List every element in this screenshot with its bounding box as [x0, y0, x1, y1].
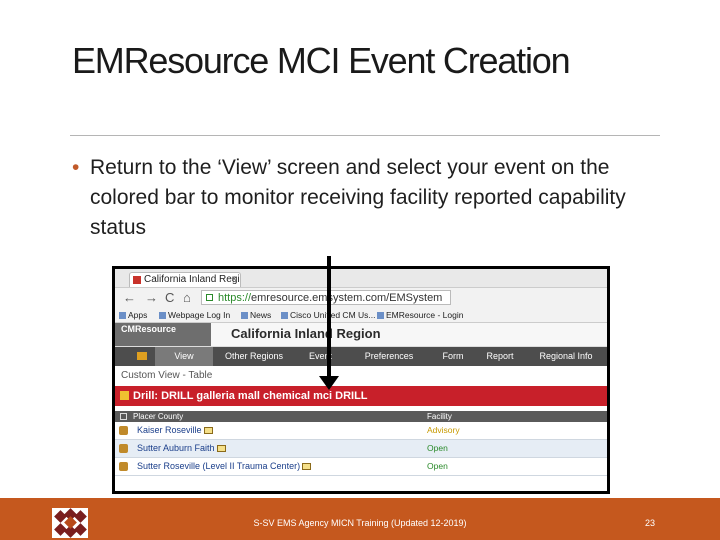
- home-icon[interactable]: ⌂: [183, 290, 191, 305]
- facility-icon: [119, 426, 128, 435]
- footer-text: S-SV EMS Agency MICN Training (Updated 1…: [253, 518, 467, 528]
- url-field[interactable]: https://emresource.emsystem.com/EMSystem: [201, 290, 451, 305]
- event-bar[interactable]: Drill: DRILL galleria mall chemical mci …: [115, 386, 607, 406]
- reload-icon[interactable]: C: [165, 290, 174, 305]
- pointer-arrow-shaft: [327, 256, 331, 380]
- facility-icon: [119, 462, 128, 471]
- back-icon[interactable]: ←: [123, 290, 136, 305]
- facility-status: Advisory: [427, 425, 460, 435]
- nav-view[interactable]: View: [155, 347, 213, 366]
- camera-icon: [302, 463, 312, 470]
- bookmark-icon: [281, 312, 288, 319]
- facility-status: Open: [427, 461, 448, 471]
- bookmark-webpage-login[interactable]: Webpage Log In: [159, 308, 230, 322]
- table-header: Placer County Facility: [115, 411, 607, 422]
- browser-tab-title: California Inland Region: [144, 274, 241, 285]
- facility-name[interactable]: Sutter Auburn Faith: [137, 440, 226, 457]
- nav-preferences[interactable]: Preferences: [347, 347, 431, 366]
- bookmark-news[interactable]: News: [241, 308, 271, 322]
- region-title: California Inland Region: [231, 326, 381, 341]
- nav-report[interactable]: Report: [475, 347, 525, 366]
- favicon-icon: [133, 276, 141, 284]
- nav-event[interactable]: Event: [295, 347, 347, 366]
- table-row[interactable]: Kaiser Roseville Advisory: [115, 422, 607, 440]
- table-row[interactable]: Sutter Roseville (Level II Trauma Center…: [115, 458, 607, 476]
- event-icon: [120, 391, 129, 400]
- bullet-icon: •: [72, 156, 80, 179]
- url-scheme: https://: [218, 292, 252, 304]
- browser-tab-bar: California Inland Region ×: [115, 269, 607, 288]
- url-host: emresource.emsystem.com/EMSystem: [251, 292, 443, 304]
- page-number: 23: [644, 518, 655, 528]
- table-row[interactable]: Sutter Auburn Faith Open: [115, 440, 607, 458]
- home-icon: [137, 352, 147, 360]
- column-facility: Facility: [427, 412, 452, 421]
- bookmark-icon: [159, 312, 166, 319]
- close-tab-icon[interactable]: ×: [231, 273, 237, 287]
- nav-form[interactable]: Form: [431, 347, 475, 366]
- facility-icon: [119, 444, 128, 453]
- collapse-icon[interactable]: [120, 413, 127, 420]
- bullet-item: • Return to the ‘View’ screen and select…: [72, 153, 672, 243]
- address-bar-row: ← → C ⌂ https://emresource.emsystem.com/…: [115, 288, 607, 308]
- bookmark-icon: [377, 312, 384, 319]
- custom-view-label: Custom View - Table: [121, 370, 213, 381]
- title-divider: [70, 135, 660, 136]
- forward-icon[interactable]: →: [145, 290, 158, 305]
- nav-other-regions[interactable]: Other Regions: [213, 347, 295, 366]
- app-logo: CMResource: [115, 323, 211, 346]
- bookmark-icon: [241, 312, 248, 319]
- nav-regional-info[interactable]: Regional Info: [525, 347, 607, 366]
- agency-logo: [52, 508, 88, 538]
- facility-name[interactable]: Sutter Roseville (Level II Trauma Center…: [137, 458, 312, 475]
- bullet-text: Return to the ‘View’ screen and select y…: [90, 156, 626, 239]
- facility-name[interactable]: Kaiser Roseville: [137, 422, 213, 439]
- bookmarks-bar: Apps Webpage Log In News Cisco Unified C…: [115, 308, 607, 323]
- camera-icon: [203, 427, 213, 434]
- lock-icon: [206, 294, 213, 301]
- apps-icon: [119, 312, 126, 319]
- pointer-arrow-icon: [319, 376, 339, 390]
- column-county: Placer County: [133, 412, 184, 421]
- bookmark-emresource-login[interactable]: EMResource - Login: [377, 308, 463, 322]
- nav-home[interactable]: [129, 347, 155, 366]
- browser-tab[interactable]: California Inland Region ×: [129, 272, 241, 287]
- facility-status: Open: [427, 443, 448, 453]
- bookmark-apps[interactable]: Apps: [119, 308, 147, 322]
- main-nav: View Other Regions Event Preferences For…: [115, 347, 607, 366]
- camera-icon: [216, 445, 226, 452]
- app-header: CMResource California Inland Region: [115, 323, 607, 347]
- event-bar-label: Drill: DRILL galleria mall chemical mci …: [133, 390, 368, 402]
- slide-title: EMResource MCI Event Creation: [72, 40, 571, 81]
- browser-screenshot: California Inland Region × ← → C ⌂ https…: [112, 266, 610, 494]
